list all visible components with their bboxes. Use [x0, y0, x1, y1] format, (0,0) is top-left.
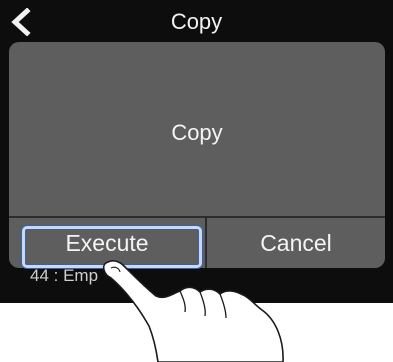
list-item: 44 : Emp	[30, 266, 99, 285]
cancel-button[interactable]: Cancel	[207, 218, 385, 268]
device-screen: Copy 44 : Emp Copy Execute Cancel	[0, 0, 393, 303]
execute-button[interactable]: Execute	[9, 218, 205, 268]
page-title: Copy	[170, 9, 223, 34]
dialog-message: Copy	[171, 120, 223, 145]
copy-dialog: Copy Execute Cancel	[9, 42, 385, 268]
title-bar: Copy	[0, 0, 393, 40]
